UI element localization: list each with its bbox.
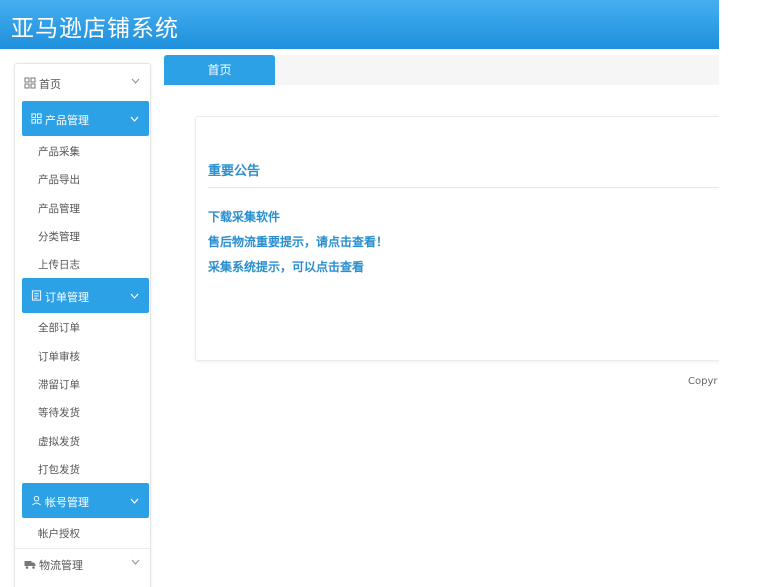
sidebar-item-label: 物流管理 xyxy=(39,559,83,572)
sidebar-item-stuck-orders[interactable]: 滞留订单 xyxy=(38,377,80,392)
sidebar-item-pack-shipment[interactable]: 打包发货 xyxy=(38,462,80,477)
sidebar-group-label: 产品管理 xyxy=(45,114,89,127)
chevron-down-icon xyxy=(131,559,140,565)
notice-link-logistics[interactable]: 售后物流重要提示，请点击查看！ xyxy=(208,233,388,250)
sidebar-group-product[interactable]: 产品管理 xyxy=(22,101,149,136)
notice-link-download[interactable]: 下载采集软件 xyxy=(208,208,280,225)
app-window: 亚马逊店铺系统 首页 产品管理 产品采集 产品导出 产品管理 分类管理 上传日志… xyxy=(0,0,719,587)
user-icon xyxy=(32,495,41,506)
app-title: 亚马逊店铺系统 xyxy=(11,16,179,42)
chevron-down-icon xyxy=(130,498,139,504)
sidebar-item-category-manage[interactable]: 分类管理 xyxy=(38,229,80,244)
chevron-down-icon xyxy=(130,116,139,122)
sidebar-item-upload-log[interactable]: 上传日志 xyxy=(38,257,80,272)
sidebar-item-order-review[interactable]: 订单审核 xyxy=(38,349,80,364)
top-header: 亚马逊店铺系统 xyxy=(0,0,719,49)
document-icon xyxy=(31,290,42,301)
sidebar-item-label: 首页 xyxy=(39,78,61,91)
sidebar-item-awaiting-shipment[interactable]: 等待发货 xyxy=(38,405,80,420)
sidebar-group-order[interactable]: 订单管理 xyxy=(22,278,149,313)
sidebar-item-account-auth[interactable]: 帐户授权 xyxy=(38,526,80,541)
sidebar-item-virtual-shipment[interactable]: 虚拟发货 xyxy=(38,434,80,449)
sidebar-group-account[interactable]: 帐号管理 xyxy=(22,483,149,518)
sidebar-item-product-export[interactable]: 产品导出 xyxy=(38,172,80,187)
sidebar-item-logistics[interactable]: 物流管理 xyxy=(15,550,150,578)
chevron-down-icon xyxy=(131,78,140,84)
notice-link-system[interactable]: 采集系统提示，可以点击查看 xyxy=(208,258,364,275)
chevron-down-icon xyxy=(130,293,139,299)
grid-icon xyxy=(31,113,42,124)
sidebar-group-label: 订单管理 xyxy=(45,291,89,304)
grid-icon xyxy=(24,77,36,89)
truck-icon xyxy=(24,561,36,569)
sidebar-item-home[interactable]: 首页 xyxy=(15,69,150,97)
sidebar-item-product-manage[interactable]: 产品管理 xyxy=(38,201,80,216)
copyright-text: Copyr xyxy=(688,376,718,387)
announcement-title: 重要公告 xyxy=(208,164,261,179)
announcement-panel: 重要公告 下载采集软件 售后物流重要提示，请点击查看！ 采集系统提示，可以点击查… xyxy=(195,116,719,361)
tab-bar: 首页 xyxy=(164,55,719,85)
sidebar-divider xyxy=(15,548,150,549)
sidebar: 首页 产品管理 产品采集 产品导出 产品管理 分类管理 上传日志 订单管理 全部… xyxy=(14,63,151,587)
sidebar-item-all-orders[interactable]: 全部订单 xyxy=(38,320,80,335)
tab-home[interactable]: 首页 xyxy=(164,55,275,85)
announcement-divider xyxy=(208,187,719,188)
sidebar-group-label: 帐号管理 xyxy=(45,496,89,509)
sidebar-item-product-collect[interactable]: 产品采集 xyxy=(38,144,80,159)
